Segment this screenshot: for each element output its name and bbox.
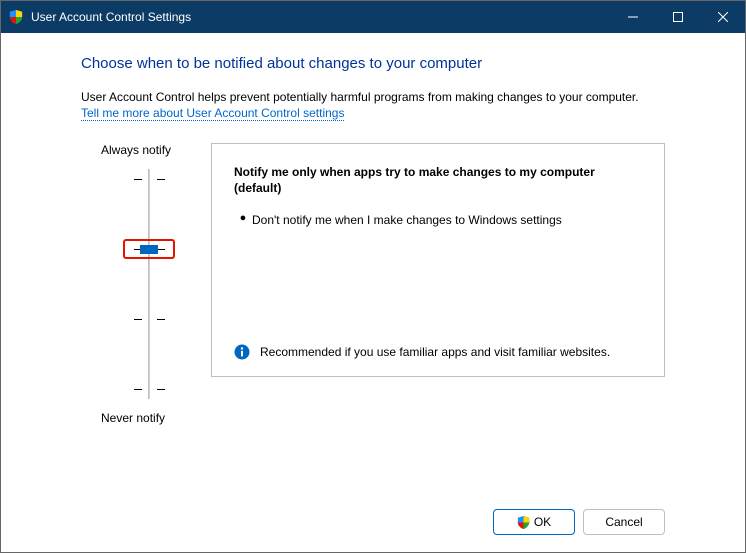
learn-more-link[interactable]: Tell me more about User Account Control … bbox=[81, 106, 344, 121]
slider-tick bbox=[157, 319, 165, 320]
ok-button[interactable]: OK bbox=[493, 509, 575, 535]
cancel-button[interactable]: Cancel bbox=[583, 509, 665, 535]
maximize-button[interactable] bbox=[655, 1, 700, 33]
ok-button-label: OK bbox=[534, 515, 551, 529]
slider-tick bbox=[157, 179, 165, 180]
content-area: Choose when to be notified about changes… bbox=[1, 33, 745, 492]
window-title: User Account Control Settings bbox=[31, 10, 610, 24]
details-panel: Notify me only when apps try to make cha… bbox=[211, 143, 665, 377]
uac-shield-icon bbox=[9, 10, 23, 24]
page-heading: Choose when to be notified about changes… bbox=[81, 55, 665, 72]
footer: OK Cancel bbox=[1, 492, 745, 552]
slider-label-bottom: Never notify bbox=[101, 411, 211, 425]
notification-slider[interactable] bbox=[109, 169, 189, 399]
window: User Account Control Settings Choose whe… bbox=[0, 0, 746, 553]
panel-title: Notify me only when apps try to make cha… bbox=[234, 164, 642, 196]
recommend-text: Recommended if you use familiar apps and… bbox=[260, 344, 610, 360]
panel-bullet-row: ● Don't notify me when I make changes to… bbox=[234, 212, 642, 228]
slider-tick bbox=[134, 389, 142, 390]
slider-track bbox=[148, 169, 150, 399]
titlebar: User Account Control Settings bbox=[1, 1, 745, 33]
recommend-row: Recommended if you use familiar apps and… bbox=[234, 344, 642, 360]
page-description: User Account Control helps prevent poten… bbox=[81, 90, 665, 104]
uac-shield-icon bbox=[517, 516, 530, 529]
slider-label-top: Always notify bbox=[101, 143, 211, 157]
slider-tick bbox=[134, 179, 142, 180]
slider-tick bbox=[157, 389, 165, 390]
cancel-button-label: Cancel bbox=[605, 515, 642, 529]
close-button[interactable] bbox=[700, 1, 745, 33]
slider-column: Always notify Never notify bbox=[81, 143, 211, 425]
mid-row: Always notify Never notify Not bbox=[81, 143, 665, 425]
minimize-button[interactable] bbox=[610, 1, 655, 33]
bullet-icon: ● bbox=[234, 212, 252, 224]
slider-tick bbox=[134, 319, 142, 320]
highlight-box bbox=[123, 239, 175, 259]
info-icon bbox=[234, 344, 250, 360]
panel-bullet-text: Don't notify me when I make changes to W… bbox=[252, 212, 562, 228]
